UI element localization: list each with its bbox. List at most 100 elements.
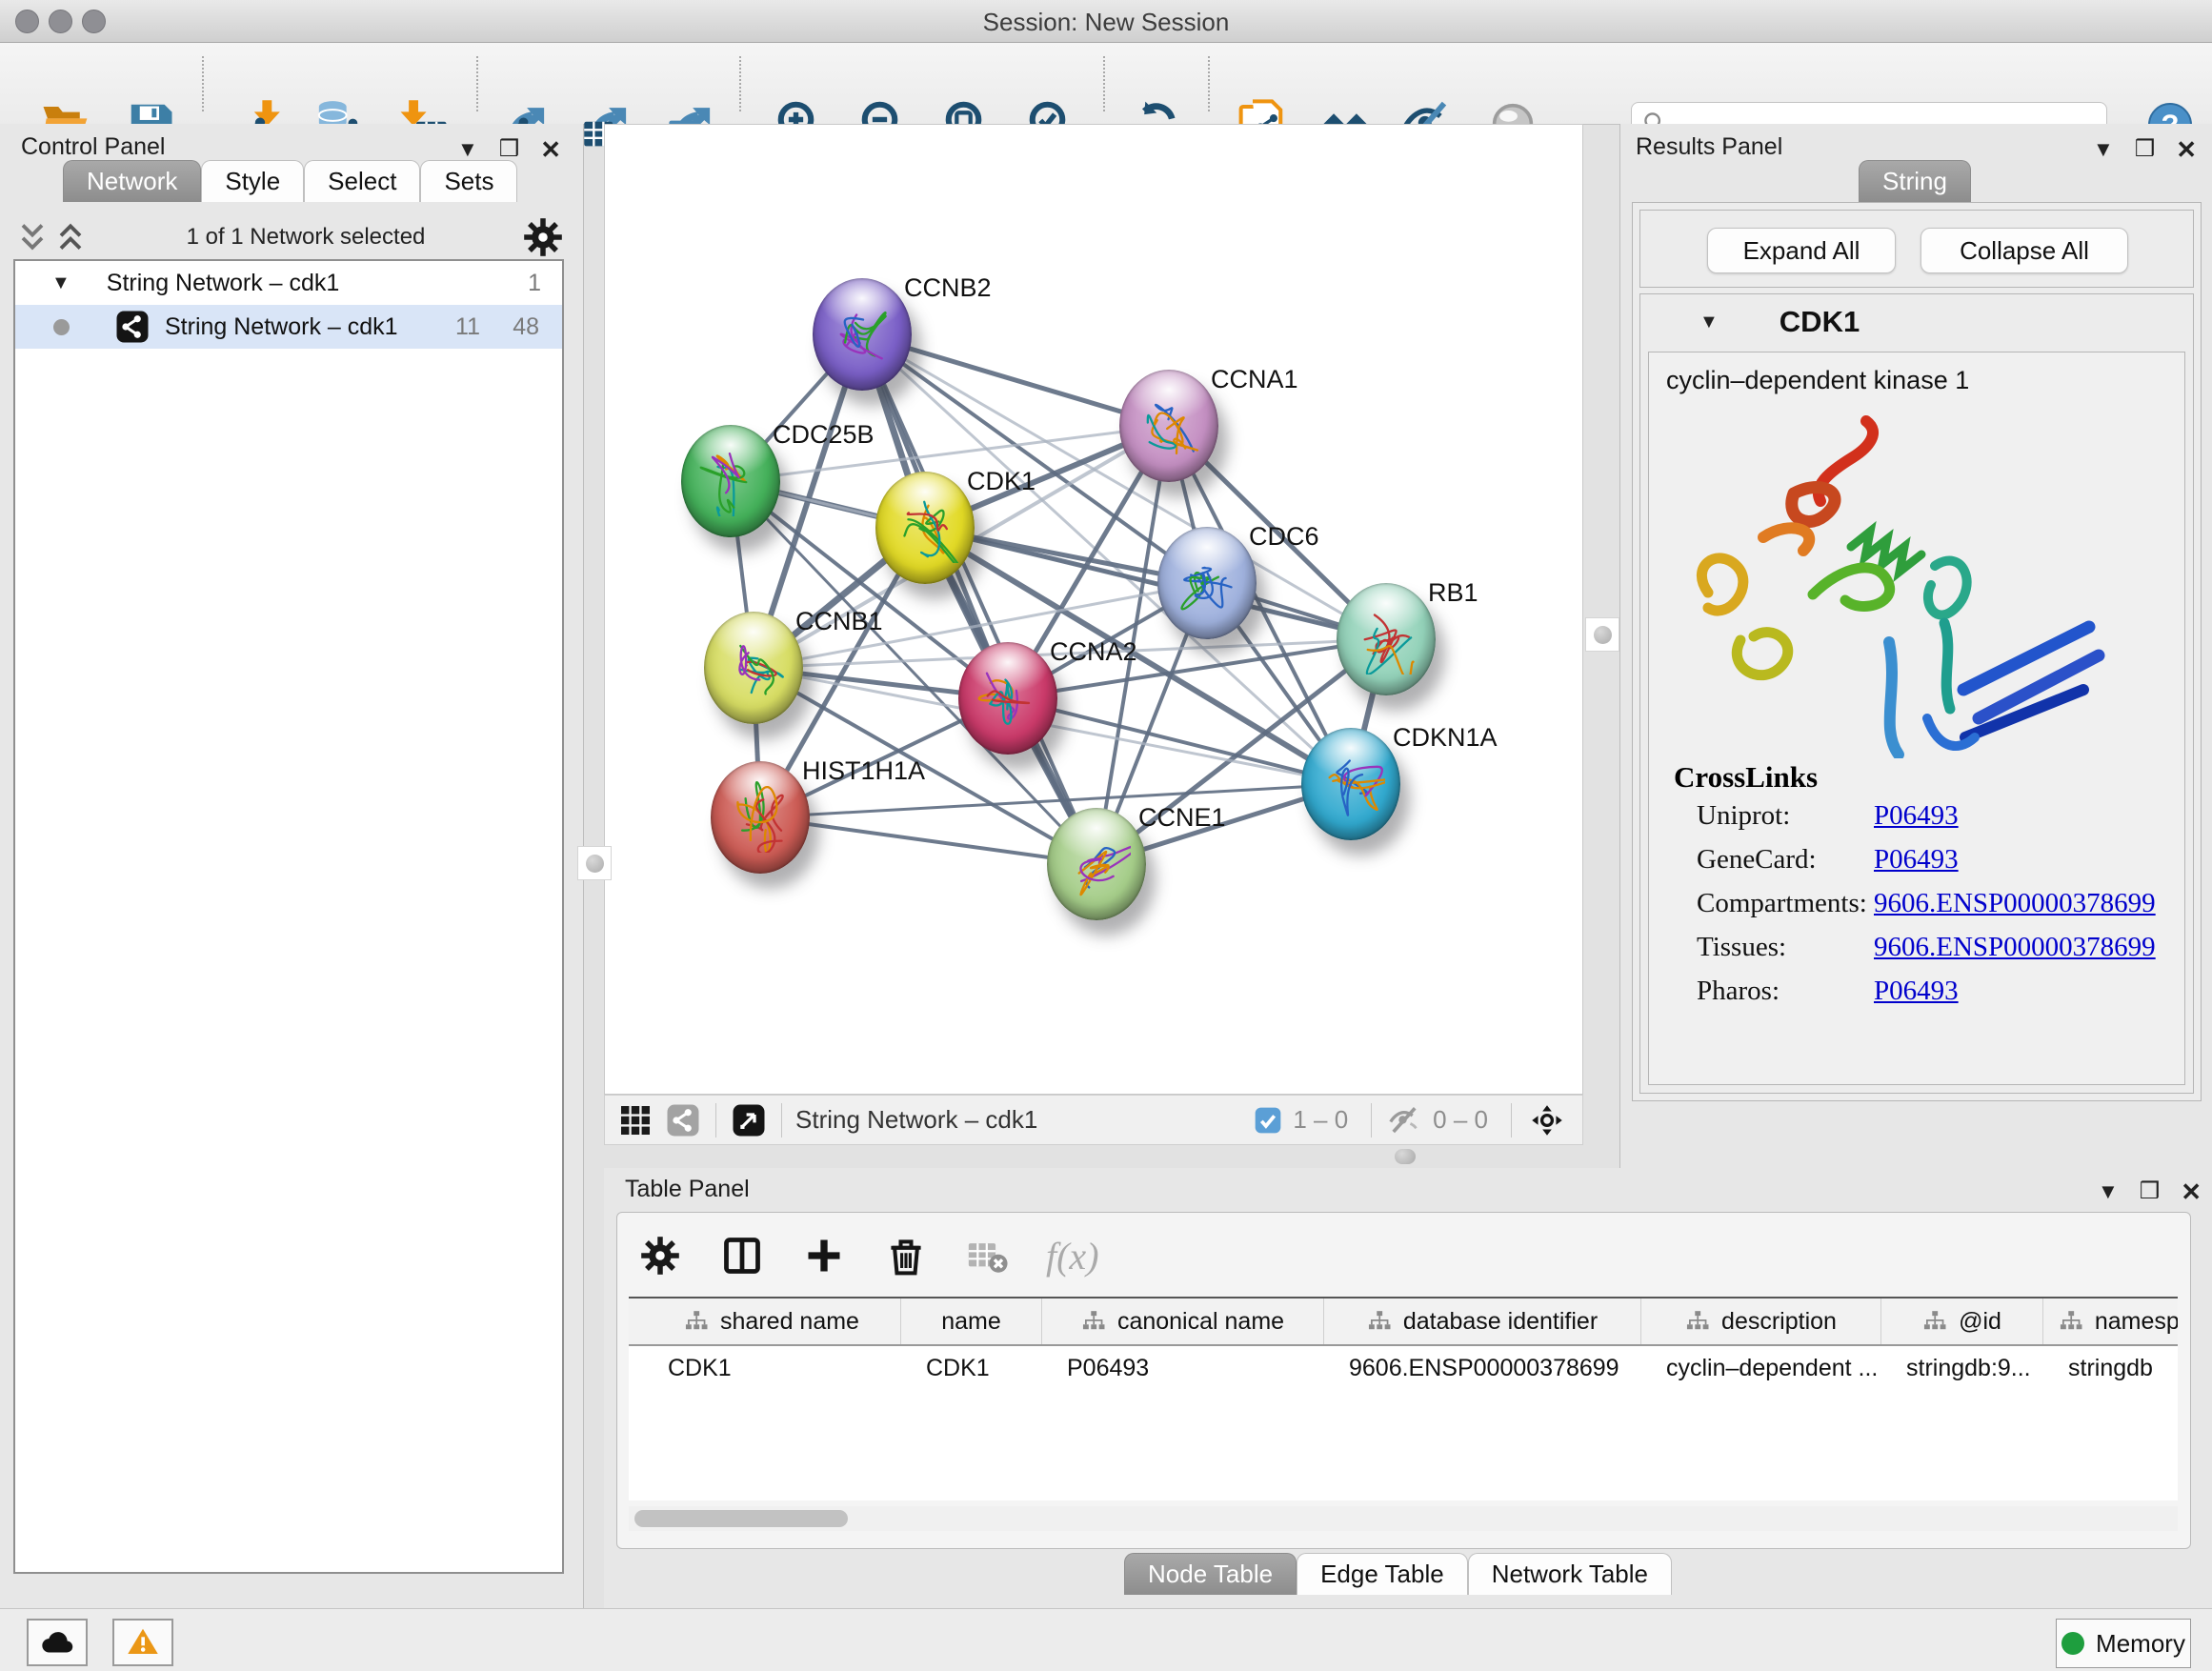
tab-style[interactable]: Style xyxy=(201,160,304,202)
crosslink-link[interactable]: P06493 xyxy=(1874,800,1959,832)
table-row[interactable]: CDK1CDK1P064939606.ENSP00000378699cyclin… xyxy=(629,1346,2178,1390)
crosslink-row: Compartments:9606.ENSP00000378699 xyxy=(1649,888,2184,932)
node-label-hist1h1a: HIST1H1A xyxy=(802,756,925,786)
network-node-ccne1[interactable] xyxy=(1047,808,1146,920)
network-node-cdc6[interactable] xyxy=(1157,527,1257,639)
table-cell[interactable]: stringdb:9... xyxy=(1881,1346,2043,1390)
warnings-button[interactable] xyxy=(112,1619,173,1666)
collapse-entry-icon[interactable]: ▼ xyxy=(1699,312,1719,333)
tab-edge-table[interactable]: Edge Table xyxy=(1297,1553,1468,1595)
panel-close-icon[interactable]: ✕ xyxy=(540,137,561,162)
panel-menu-icon[interactable]: ▼ xyxy=(2098,1181,2119,1202)
column-header--id[interactable]: @id xyxy=(1881,1299,2043,1344)
grid-view-icon[interactable] xyxy=(616,1101,654,1139)
share-network-icon[interactable] xyxy=(664,1101,702,1139)
tab-string[interactable]: String xyxy=(1859,160,1971,202)
column-header-name[interactable]: name xyxy=(901,1299,1042,1344)
panel-float-icon[interactable]: ❒ xyxy=(2135,138,2156,161)
move-tool-icon[interactable] xyxy=(1525,1101,1569,1139)
network-options-gear-icon[interactable] xyxy=(522,216,564,258)
tab-network-table[interactable]: Network Table xyxy=(1468,1553,1672,1595)
table-cell[interactable]: 9606.ENSP00000378699 xyxy=(1324,1346,1641,1390)
scrollbar-thumb[interactable] xyxy=(634,1510,848,1527)
protein-structure-image xyxy=(1649,406,2184,758)
create-column-icon[interactable] xyxy=(800,1232,848,1279)
function-builder-icon[interactable]: f(x) xyxy=(1046,1234,1099,1278)
tab-network[interactable]: Network xyxy=(63,160,201,202)
network-node-rb1[interactable] xyxy=(1337,583,1436,695)
memory-button[interactable]: Memory xyxy=(2056,1619,2191,1668)
horizontal-splitter-handle[interactable] xyxy=(1395,1149,1416,1164)
tab-select[interactable]: Select xyxy=(304,160,420,202)
collection-expander-icon[interactable]: ▼ xyxy=(51,272,70,294)
network-view-toolbar: String Network – cdk1 1 – 0 0 – 0 xyxy=(604,1095,1583,1145)
panel-close-icon[interactable]: ✕ xyxy=(2176,137,2197,162)
memory-status-dot xyxy=(2061,1632,2084,1655)
panel-menu-icon[interactable]: ▼ xyxy=(457,139,478,160)
network-node-cdc25b[interactable] xyxy=(681,425,780,537)
network-node-cdkn1a[interactable] xyxy=(1301,728,1400,840)
tab-node-table[interactable]: Node Table xyxy=(1124,1553,1297,1595)
column-label: database identifier xyxy=(1403,1308,1598,1336)
column-header-namespace[interactable]: namespace xyxy=(2043,1299,2178,1344)
column-header-canonical-name[interactable]: canonical name xyxy=(1042,1299,1324,1344)
column-header-shared-name[interactable]: shared name xyxy=(643,1299,901,1344)
column-type-tree-icon xyxy=(1367,1309,1392,1334)
network-canvas[interactable]: CCNB2CCNA1CDC25BCDK1CDC6RB1CCNB1CCNA2CDK… xyxy=(604,124,1583,1095)
left-splitter-handle[interactable] xyxy=(577,846,612,880)
crosslink-label: Tissues: xyxy=(1697,932,1786,963)
table-panel-title: Table Panel xyxy=(625,1176,750,1203)
memory-label: Memory xyxy=(2096,1629,2185,1659)
network-edge-count: 48 xyxy=(513,313,539,341)
crosslink-link[interactable]: 9606.ENSP00000378699 xyxy=(1874,932,2156,963)
panel-float-icon[interactable]: ❒ xyxy=(2140,1180,2161,1203)
crosslink-link[interactable]: P06493 xyxy=(1874,976,1959,1007)
column-header-database-identifier[interactable]: database identifier xyxy=(1324,1299,1641,1344)
column-type-tree-icon xyxy=(2059,1309,2083,1334)
column-header-description[interactable]: description xyxy=(1641,1299,1881,1344)
right-splitter-handle[interactable] xyxy=(1585,617,1619,652)
network-node-hist1h1a[interactable] xyxy=(711,761,810,874)
tab-sets[interactable]: Sets xyxy=(420,160,517,202)
crosslink-link[interactable]: 9606.ENSP00000378699 xyxy=(1874,888,2156,919)
collapse-all-button[interactable]: Collapse All xyxy=(1920,228,2128,273)
table-cell[interactable]: CDK1 xyxy=(643,1346,901,1390)
panel-menu-icon[interactable]: ▼ xyxy=(2093,139,2114,160)
panel-float-icon[interactable]: ❒ xyxy=(499,138,520,161)
hidden-eye-icon[interactable] xyxy=(1385,1101,1423,1139)
network-collection-row[interactable]: ▼ String Network – cdk1 1 xyxy=(15,261,562,305)
string-results-box: Expand All Collapse All ▼ CDK1 cyclin–de… xyxy=(1632,202,2202,1101)
toolbar-separator xyxy=(476,56,478,111)
network-row[interactable]: String Network – cdk1 11 48 xyxy=(15,305,562,349)
panel-close-icon[interactable]: ✕ xyxy=(2181,1179,2202,1204)
table-options-gear-icon[interactable] xyxy=(636,1232,684,1279)
node-result-header[interactable]: ▼ CDK1 xyxy=(1640,294,2193,350)
network-node-ccnb1[interactable] xyxy=(704,612,803,724)
network-node-ccna1[interactable] xyxy=(1119,370,1218,482)
delete-table-icon[interactable] xyxy=(964,1232,1012,1279)
toolbar-separator xyxy=(739,56,741,111)
birdseye-view-icon[interactable] xyxy=(730,1101,768,1139)
crosslink-link[interactable]: P06493 xyxy=(1874,844,1959,876)
protein-thumbnail xyxy=(974,661,1042,734)
selected-checkbox-icon[interactable] xyxy=(1253,1101,1283,1139)
table-cell[interactable]: stringdb xyxy=(2043,1346,2178,1390)
table-cell[interactable]: P06493 xyxy=(1042,1346,1324,1390)
network-node-ccna2[interactable] xyxy=(958,642,1057,755)
network-node-cdk1[interactable] xyxy=(875,472,975,584)
table-horizontal-scrollbar[interactable] xyxy=(629,1506,2178,1531)
table-cell[interactable]: CDK1 xyxy=(901,1346,1042,1390)
network-edge[interactable] xyxy=(760,817,1096,864)
expand-all-icon[interactable] xyxy=(51,218,90,256)
expand-collapse-bar: Expand All Collapse All xyxy=(1639,210,2194,288)
cloud-status-button[interactable] xyxy=(27,1619,88,1666)
collapse-all-icon[interactable] xyxy=(13,218,51,256)
network-node-ccnb2[interactable] xyxy=(813,278,912,391)
delete-column-icon[interactable] xyxy=(882,1232,930,1279)
table-cell[interactable]: cyclin–dependent ... xyxy=(1641,1346,1881,1390)
column-type-tree-icon xyxy=(1685,1309,1710,1334)
toolbar-separator xyxy=(1208,56,1210,111)
select-columns-icon[interactable] xyxy=(718,1232,766,1279)
crosslinks-title: CrossLinks xyxy=(1674,760,1818,795)
expand-all-button[interactable]: Expand All xyxy=(1707,228,1896,273)
